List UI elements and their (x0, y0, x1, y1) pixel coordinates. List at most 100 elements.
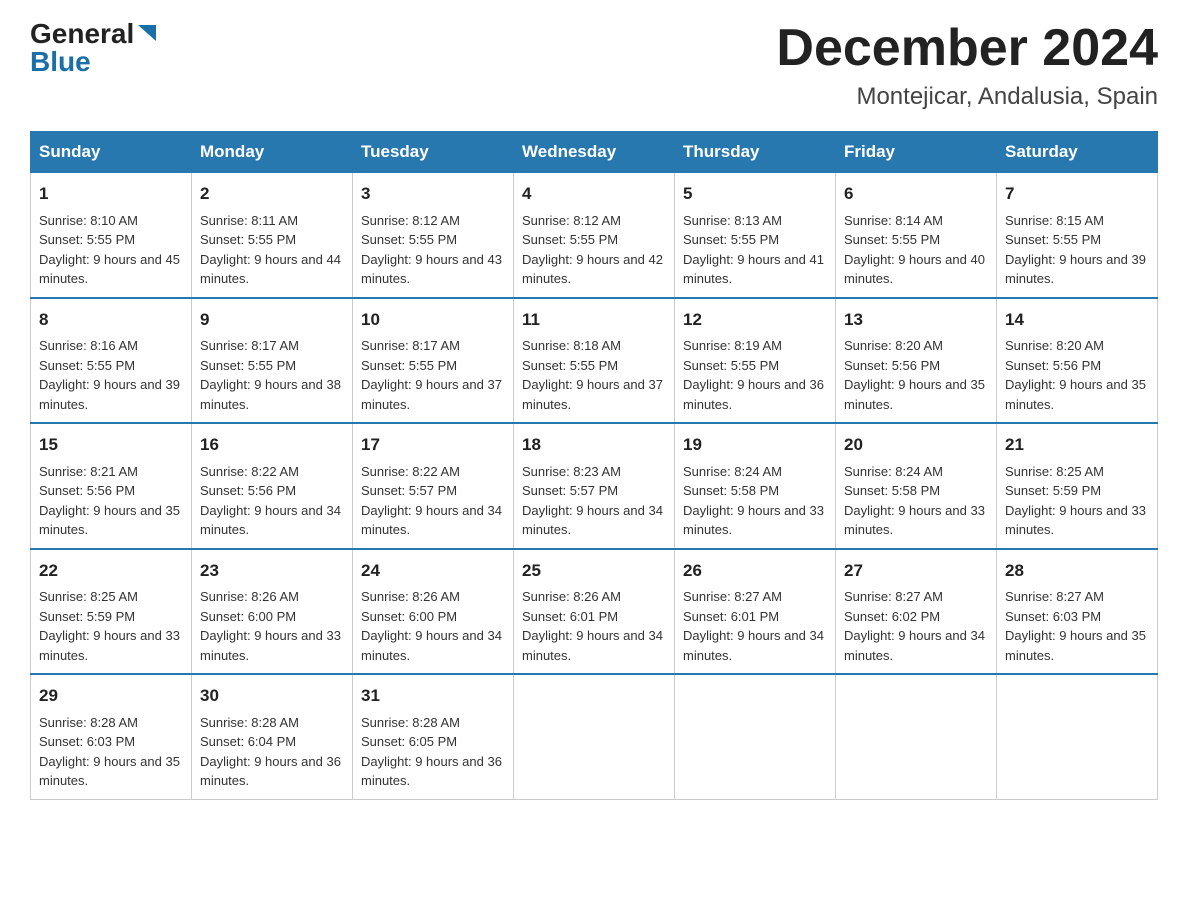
daylight-label: Daylight: 9 hours and 35 minutes. (39, 754, 180, 789)
day-number: 23 (200, 558, 344, 584)
sunset-label: Sunset: 6:01 PM (522, 609, 618, 624)
day-number: 29 (39, 683, 183, 709)
calendar-cell: 24 Sunrise: 8:26 AM Sunset: 6:00 PM Dayl… (353, 549, 514, 675)
sunset-label: Sunset: 6:04 PM (200, 734, 296, 749)
daylight-label: Daylight: 9 hours and 36 minutes. (361, 754, 502, 789)
col-header-thursday: Thursday (675, 132, 836, 173)
calendar-header-row: SundayMondayTuesdayWednesdayThursdayFrid… (31, 132, 1158, 173)
sunrise-label: Sunrise: 8:10 AM (39, 213, 138, 228)
sunrise-label: Sunrise: 8:22 AM (361, 464, 460, 479)
calendar-cell: 18 Sunrise: 8:23 AM Sunset: 5:57 PM Dayl… (514, 423, 675, 549)
sunset-label: Sunset: 5:56 PM (200, 483, 296, 498)
day-number: 11 (522, 307, 666, 333)
daylight-label: Daylight: 9 hours and 44 minutes. (200, 252, 341, 287)
calendar-cell: 30 Sunrise: 8:28 AM Sunset: 6:04 PM Dayl… (192, 674, 353, 799)
sunset-label: Sunset: 5:55 PM (683, 232, 779, 247)
page-header: General Blue December 2024 Montejicar, A… (30, 20, 1158, 111)
col-header-wednesday: Wednesday (514, 132, 675, 173)
day-number: 28 (1005, 558, 1149, 584)
calendar-cell: 6 Sunrise: 8:14 AM Sunset: 5:55 PM Dayli… (836, 173, 997, 298)
sunset-label: Sunset: 5:56 PM (39, 483, 135, 498)
calendar-cell (675, 674, 836, 799)
calendar-subtitle: Montejicar, Andalusia, Spain (776, 83, 1158, 111)
sunrise-label: Sunrise: 8:28 AM (361, 715, 460, 730)
calendar-week-4: 22 Sunrise: 8:25 AM Sunset: 5:59 PM Dayl… (31, 549, 1158, 675)
day-number: 10 (361, 307, 505, 333)
day-number: 18 (522, 432, 666, 458)
daylight-label: Daylight: 9 hours and 34 minutes. (522, 503, 663, 538)
sunrise-label: Sunrise: 8:17 AM (361, 338, 460, 353)
logo: General Blue (30, 20, 158, 76)
sunrise-label: Sunrise: 8:18 AM (522, 338, 621, 353)
daylight-label: Daylight: 9 hours and 35 minutes. (39, 503, 180, 538)
sunrise-label: Sunrise: 8:17 AM (200, 338, 299, 353)
sunrise-label: Sunrise: 8:19 AM (683, 338, 782, 353)
calendar-cell: 26 Sunrise: 8:27 AM Sunset: 6:01 PM Dayl… (675, 549, 836, 675)
sunset-label: Sunset: 5:57 PM (522, 483, 618, 498)
daylight-label: Daylight: 9 hours and 36 minutes. (683, 377, 824, 412)
calendar-cell: 5 Sunrise: 8:13 AM Sunset: 5:55 PM Dayli… (675, 173, 836, 298)
calendar-cell: 2 Sunrise: 8:11 AM Sunset: 5:55 PM Dayli… (192, 173, 353, 298)
sunset-label: Sunset: 5:56 PM (844, 358, 940, 373)
day-number: 16 (200, 432, 344, 458)
calendar-cell: 8 Sunrise: 8:16 AM Sunset: 5:55 PM Dayli… (31, 298, 192, 424)
daylight-label: Daylight: 9 hours and 39 minutes. (1005, 252, 1146, 287)
sunrise-label: Sunrise: 8:26 AM (522, 589, 621, 604)
day-number: 2 (200, 181, 344, 207)
sunrise-label: Sunrise: 8:14 AM (844, 213, 943, 228)
daylight-label: Daylight: 9 hours and 34 minutes. (361, 503, 502, 538)
daylight-label: Daylight: 9 hours and 33 minutes. (200, 628, 341, 663)
sunset-label: Sunset: 5:55 PM (200, 358, 296, 373)
sunset-label: Sunset: 6:00 PM (200, 609, 296, 624)
calendar-cell: 11 Sunrise: 8:18 AM Sunset: 5:55 PM Dayl… (514, 298, 675, 424)
sunrise-label: Sunrise: 8:26 AM (200, 589, 299, 604)
sunrise-label: Sunrise: 8:25 AM (1005, 464, 1104, 479)
sunrise-label: Sunrise: 8:27 AM (1005, 589, 1104, 604)
daylight-label: Daylight: 9 hours and 33 minutes. (39, 628, 180, 663)
sunrise-label: Sunrise: 8:20 AM (1005, 338, 1104, 353)
calendar-table: SundayMondayTuesdayWednesdayThursdayFrid… (30, 131, 1158, 800)
sunset-label: Sunset: 5:55 PM (683, 358, 779, 373)
daylight-label: Daylight: 9 hours and 37 minutes. (361, 377, 502, 412)
day-number: 27 (844, 558, 988, 584)
sunset-label: Sunset: 5:58 PM (683, 483, 779, 498)
calendar-cell: 17 Sunrise: 8:22 AM Sunset: 5:57 PM Dayl… (353, 423, 514, 549)
daylight-label: Daylight: 9 hours and 36 minutes. (200, 754, 341, 789)
logo-blue-text: Blue (30, 48, 91, 76)
day-number: 17 (361, 432, 505, 458)
sunset-label: Sunset: 6:01 PM (683, 609, 779, 624)
sunset-label: Sunset: 5:55 PM (39, 358, 135, 373)
sunset-label: Sunset: 6:03 PM (1005, 609, 1101, 624)
sunset-label: Sunset: 5:55 PM (522, 232, 618, 247)
logo-general-text: General (30, 20, 134, 48)
daylight-label: Daylight: 9 hours and 33 minutes. (683, 503, 824, 538)
day-number: 31 (361, 683, 505, 709)
calendar-cell: 13 Sunrise: 8:20 AM Sunset: 5:56 PM Dayl… (836, 298, 997, 424)
day-number: 20 (844, 432, 988, 458)
sunrise-label: Sunrise: 8:28 AM (39, 715, 138, 730)
sunrise-label: Sunrise: 8:26 AM (361, 589, 460, 604)
calendar-cell: 12 Sunrise: 8:19 AM Sunset: 5:55 PM Dayl… (675, 298, 836, 424)
day-number: 13 (844, 307, 988, 333)
day-number: 9 (200, 307, 344, 333)
calendar-cell: 19 Sunrise: 8:24 AM Sunset: 5:58 PM Dayl… (675, 423, 836, 549)
logo-triangle-icon (136, 21, 158, 43)
day-number: 25 (522, 558, 666, 584)
daylight-label: Daylight: 9 hours and 43 minutes. (361, 252, 502, 287)
calendar-week-5: 29 Sunrise: 8:28 AM Sunset: 6:03 PM Dayl… (31, 674, 1158, 799)
col-header-monday: Monday (192, 132, 353, 173)
sunset-label: Sunset: 6:05 PM (361, 734, 457, 749)
calendar-cell (514, 674, 675, 799)
sunrise-label: Sunrise: 8:28 AM (200, 715, 299, 730)
daylight-label: Daylight: 9 hours and 45 minutes. (39, 252, 180, 287)
calendar-cell: 9 Sunrise: 8:17 AM Sunset: 5:55 PM Dayli… (192, 298, 353, 424)
daylight-label: Daylight: 9 hours and 34 minutes. (522, 628, 663, 663)
calendar-cell: 31 Sunrise: 8:28 AM Sunset: 6:05 PM Dayl… (353, 674, 514, 799)
sunrise-label: Sunrise: 8:16 AM (39, 338, 138, 353)
day-number: 8 (39, 307, 183, 333)
day-number: 3 (361, 181, 505, 207)
sunset-label: Sunset: 5:59 PM (1005, 483, 1101, 498)
calendar-week-1: 1 Sunrise: 8:10 AM Sunset: 5:55 PM Dayli… (31, 173, 1158, 298)
col-header-saturday: Saturday (997, 132, 1158, 173)
calendar-cell: 20 Sunrise: 8:24 AM Sunset: 5:58 PM Dayl… (836, 423, 997, 549)
